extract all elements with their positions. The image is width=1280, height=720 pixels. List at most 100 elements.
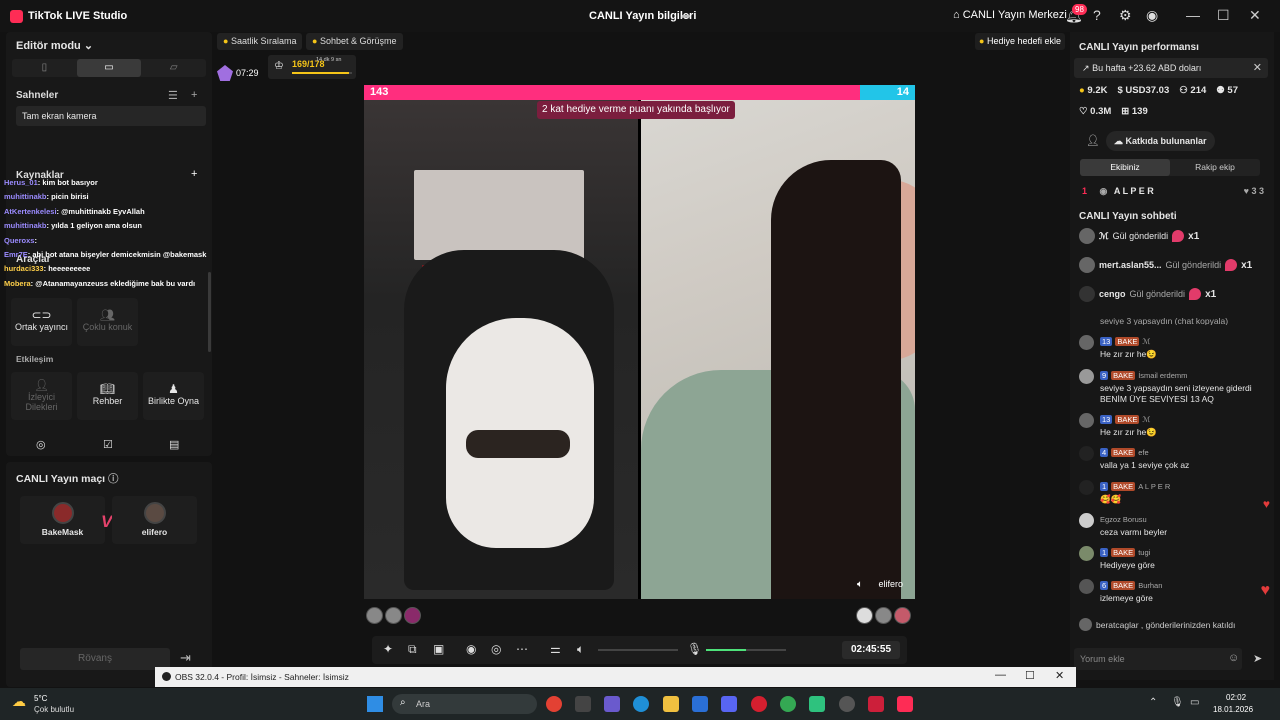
weather-icon[interactable]: ☁ — [12, 693, 26, 710]
chevron-up-icon[interactable]: ⌃ — [1149, 697, 1157, 708]
youtube-icon[interactable] — [868, 696, 884, 712]
maximize-icon[interactable]: ☐ — [1025, 669, 1035, 682]
opera-icon[interactable] — [751, 696, 767, 712]
gear-icon[interactable]: ⚙ — [1119, 7, 1132, 24]
layout-modes: ▯ ▭ ▱ — [12, 59, 206, 77]
network-icon[interactable]: ▭ — [1190, 697, 1199, 708]
weekly-earnings[interactable]: ↗ Bu hafta +23.62 ABD doları ✕ — [1074, 58, 1268, 78]
chat-text: ceza varmı beyler — [1100, 527, 1168, 537]
add-icon[interactable]: + — [191, 89, 197, 101]
avatar — [1079, 413, 1094, 428]
close-icon[interactable]: ✕ — [1253, 58, 1262, 78]
mic-icon[interactable]: 🎙︎ — [687, 642, 702, 656]
maximize-icon[interactable]: ☐ — [1217, 7, 1230, 24]
emoji-icon[interactable]: ☺ — [1228, 652, 1239, 664]
multi-guest-label: Çoklu konuk — [82, 322, 133, 332]
chat-user: İsmail erdemm — [1138, 371, 1188, 380]
avatar[interactable]: ◉ — [1146, 7, 1158, 24]
magic-wand-icon[interactable]: ✦ — [383, 642, 393, 656]
mic-level-slider[interactable] — [706, 649, 786, 651]
exit-icon[interactable]: ⇥ — [180, 650, 191, 666]
discord-icon[interactable] — [721, 696, 737, 712]
app-icon[interactable] — [809, 696, 825, 712]
add-user-icon[interactable]: 👤︎ — [1086, 134, 1100, 147]
revenge-button[interactable]: Rövanş — [20, 648, 170, 670]
layout-icon[interactable]: ▣ — [433, 642, 444, 656]
more-icon[interactable]: ⋯ — [516, 642, 528, 656]
checklist-icon[interactable]: ☑ — [103, 438, 113, 451]
rose-icon — [1225, 259, 1238, 271]
camera-switch-icon[interactable]: ◎ — [491, 642, 501, 656]
settings-sliders-icon[interactable]: ⚌ — [550, 642, 561, 656]
live-center-button[interactable]: ⌂ CANLI Yayın Merkezi — [953, 9, 1067, 21]
scene-item-fullscreen[interactable]: Tam ekran kamera — [16, 106, 206, 126]
portrait-mode-icon[interactable]: ▯ — [12, 59, 77, 77]
minimize-icon[interactable]: — — [1186, 7, 1200, 23]
send-icon[interactable]: ➤ — [1253, 652, 1262, 665]
hair — [771, 160, 901, 599]
goal-progress-fill — [292, 72, 349, 74]
avatar — [385, 607, 402, 624]
tab-our-team[interactable]: Ekibiniz — [1080, 159, 1170, 176]
record-icon[interactable]: ◉ — [466, 642, 476, 656]
chrome-icon[interactable] — [546, 696, 562, 712]
start-button[interactable] — [367, 696, 383, 712]
editor-mode-dropdown[interactable]: Editör modu ⌄ — [16, 39, 93, 52]
volume-slider[interactable] — [598, 649, 678, 651]
viewer-wishes-button[interactable]: 👤︎ İzleyici Dilekleri — [11, 372, 72, 420]
obs-window-bar[interactable]: OBS 32.0.4 - Profil: İsimsiz - Sahneler:… — [155, 667, 1076, 687]
edge-icon[interactable] — [633, 696, 649, 712]
coins-stat: ● 9.2K — [1079, 85, 1108, 96]
chrome-alt-icon[interactable] — [780, 696, 796, 712]
rank-row[interactable]: 1 ◉ A L P E R ♥ 3 3 — [1082, 186, 1264, 197]
store-icon[interactable] — [575, 696, 591, 712]
contributors-button[interactable]: ☁ Katkıda bulunanlar — [1106, 131, 1215, 151]
viewers-stat: ⚇ 214 — [1179, 85, 1207, 96]
gift-event: ℳ Gül gönderildi x1 — [1079, 228, 1199, 244]
hourly-rank-button[interactable]: ● Saatlik Sıralama — [217, 33, 303, 50]
help-icon[interactable]: ? — [1093, 7, 1101, 23]
gift-event: mert.aslan55... Gül gönderildi x1 — [1079, 257, 1252, 273]
close-icon[interactable]: ✕ — [1249, 7, 1261, 24]
multi-guest-button[interactable]: 👥︎ Çoklu konuk — [77, 298, 138, 346]
co-host-button[interactable]: ⊂⊃ Ortak yayıncı — [11, 298, 72, 346]
avatar — [1079, 546, 1094, 561]
likes-stat: ♡ 0.3M — [1079, 106, 1112, 117]
avatar: ◉ — [1099, 186, 1108, 196]
folder-icon[interactable] — [663, 696, 679, 712]
player-elifero[interactable]: elifero — [112, 496, 197, 544]
close-icon[interactable]: ✕ — [1055, 669, 1064, 682]
tiktok-taskbar-icon[interactable] — [897, 696, 913, 712]
play-together-button[interactable]: ♟ Birlikte Oyna — [143, 372, 204, 420]
mail-icon[interactable] — [692, 696, 708, 712]
volume-icon[interactable]: 🔈︎ — [857, 579, 863, 590]
screen-share-icon[interactable]: ⧉ — [408, 642, 417, 657]
obs-taskbar-icon[interactable] — [839, 696, 855, 712]
poll-icon[interactable]: ◎ — [36, 438, 46, 451]
share-icon[interactable]: ➦ — [681, 9, 691, 23]
goal-widget[interactable]: ♔ 169/178 14 dk 9 sn — [268, 55, 356, 79]
gift-goal-button[interactable]: ● Hediye hedefi ekle — [975, 33, 1066, 50]
multiplier-banner: 2 kat hediye verme puanı yakında başlıyo… — [537, 101, 735, 119]
comment-input[interactable]: Yorum ekle — [1074, 648, 1242, 670]
guide-button[interactable]: 📖︎ Rehber — [77, 372, 138, 420]
player-bakemask[interactable]: BakeMask — [20, 496, 105, 544]
gifts-stat: ⊞ 139 — [1121, 106, 1148, 117]
split-mode-icon[interactable]: ▱ — [141, 59, 206, 77]
minimize-icon[interactable]: — — [995, 669, 1006, 681]
notification-badge: 98 — [1072, 4, 1087, 15]
app-title: TikTok LIVE Studio — [28, 10, 128, 22]
taskbar-search[interactable]: Ara — [392, 694, 537, 714]
rank-scores: ♥ 3 3 — [1243, 186, 1264, 196]
teams-icon[interactable] — [604, 696, 620, 712]
speaker-icon[interactable]: 🔈︎ — [577, 642, 584, 657]
clock-time: 02:02 — [1226, 693, 1247, 702]
chat-meet-button[interactable]: ● Sohbet & Görüşme — [306, 33, 403, 50]
chat-text: seviye 3 yapsaydın seni izleyene giderdi… — [1100, 383, 1252, 404]
landscape-mode-icon[interactable]: ▭ — [76, 59, 142, 77]
avatar — [1079, 513, 1094, 528]
mic-tray-icon[interactable]: 🎙︎ — [1171, 697, 1184, 708]
tab-rival-team[interactable]: Rakip ekip — [1170, 159, 1260, 176]
list-icon[interactable]: ☰ — [168, 89, 178, 102]
box-icon[interactable]: ▤ — [169, 438, 179, 451]
